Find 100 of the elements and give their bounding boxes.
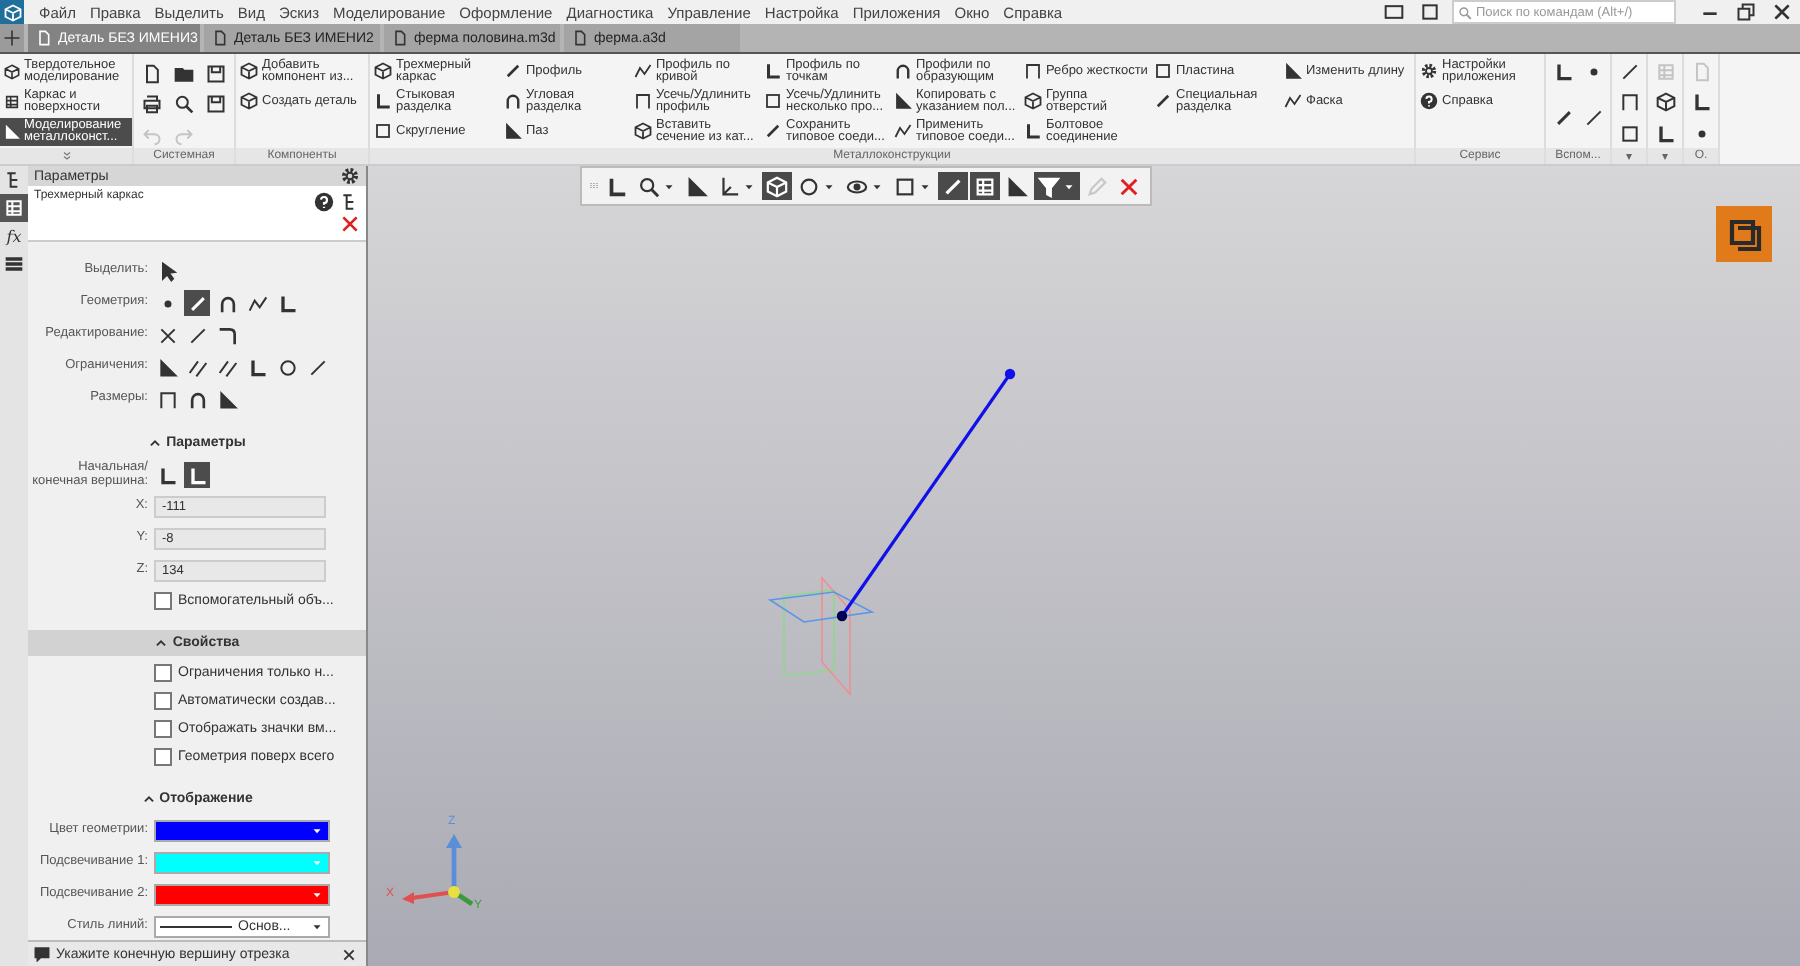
corner-icon xyxy=(217,325,237,345)
printer-button[interactable] xyxy=(138,92,164,117)
double-chevron-icon xyxy=(59,150,73,162)
eye-icon xyxy=(846,175,868,197)
slash-icon xyxy=(307,357,327,377)
triangle-icon xyxy=(504,122,522,140)
save-icon xyxy=(205,94,225,115)
search-button[interactable] xyxy=(170,92,196,117)
bracket-icon xyxy=(634,92,652,110)
cube-button[interactable] xyxy=(762,172,792,200)
line-segment[interactable] xyxy=(836,368,1016,622)
cube-icon xyxy=(1655,92,1675,113)
side-tab[interactable]: fx xyxy=(0,222,28,250)
checkbox[interactable] xyxy=(154,692,172,710)
help-button[interactable] xyxy=(312,190,334,212)
gear-icon xyxy=(1420,62,1438,80)
caret-icon xyxy=(310,920,324,934)
restore-button[interactable] xyxy=(1732,1,1760,23)
close-icon xyxy=(1772,2,1792,22)
line-button[interactable] xyxy=(938,172,968,200)
settings-button[interactable] xyxy=(338,166,360,187)
pencil-icon xyxy=(1086,175,1108,197)
parallel-icon xyxy=(217,357,237,377)
document-icon xyxy=(392,30,408,46)
corner-tool[interactable] xyxy=(214,322,240,348)
color-dropdown[interactable] xyxy=(154,852,330,874)
line-tool[interactable] xyxy=(184,290,210,316)
square-icon xyxy=(1619,123,1639,144)
document-icon xyxy=(212,30,228,46)
triangle-tool[interactable] xyxy=(214,386,240,412)
bracket-tool[interactable] xyxy=(154,386,180,412)
circle-tool[interactable] xyxy=(274,354,300,380)
line-icon xyxy=(504,62,522,80)
square-icon xyxy=(1420,2,1440,22)
cube-icon xyxy=(1024,92,1042,110)
cube-icon xyxy=(634,122,652,140)
slash-icon xyxy=(187,325,207,345)
layout-button[interactable] xyxy=(1380,1,1408,23)
cancel-button[interactable] xyxy=(338,212,360,234)
help-icon xyxy=(1420,92,1438,110)
line-icon xyxy=(764,122,782,140)
checkbox[interactable] xyxy=(154,592,172,610)
angle-icon xyxy=(1024,122,1042,140)
vertex-button[interactable] xyxy=(184,462,210,488)
angle-icon xyxy=(374,92,392,110)
triangle-icon xyxy=(686,175,708,197)
checkbox[interactable] xyxy=(154,748,172,766)
square-icon xyxy=(764,92,782,110)
cube-icon xyxy=(4,64,20,80)
cube-button[interactable] xyxy=(1652,90,1678,115)
screen-button[interactable] xyxy=(1416,1,1444,23)
side-tab[interactable] xyxy=(0,194,28,222)
coordinate-planes-drawing xyxy=(767,575,875,697)
filter-icon xyxy=(1038,175,1060,197)
bracket-button[interactable] xyxy=(1616,90,1642,115)
triangle-tool[interactable] xyxy=(154,354,180,380)
chevron-up-icon xyxy=(148,436,163,450)
menu-icon xyxy=(4,254,24,274)
caret-icon xyxy=(1062,179,1076,193)
checkbox[interactable] xyxy=(154,720,172,738)
triangle-icon xyxy=(894,92,912,110)
chevron-up-icon xyxy=(141,792,156,806)
bracket-icon xyxy=(1024,62,1042,80)
document-icon xyxy=(1691,62,1711,82)
caret-icon xyxy=(742,179,756,193)
folder-button[interactable] xyxy=(170,62,196,86)
zigzag-icon xyxy=(1284,92,1302,110)
circle-icon xyxy=(277,357,297,377)
restore-icon xyxy=(1736,2,1756,22)
angle-icon xyxy=(606,175,628,197)
cube-icon xyxy=(766,175,788,197)
save-button[interactable] xyxy=(202,62,228,86)
square-icon xyxy=(374,122,392,140)
triangle-icon xyxy=(1006,175,1028,197)
caret-icon xyxy=(918,179,932,193)
angle-icon xyxy=(277,293,297,313)
cross-icon xyxy=(157,325,177,345)
zigzag-icon xyxy=(634,62,652,80)
arc-icon xyxy=(894,62,912,80)
angle-icon xyxy=(1655,123,1675,144)
cross-icon xyxy=(0,26,24,50)
save-button[interactable] xyxy=(202,92,228,117)
triangle-icon xyxy=(1284,62,1302,80)
app-badge[interactable] xyxy=(1716,206,1772,262)
filter-button[interactable] xyxy=(1034,172,1080,200)
checkbox[interactable] xyxy=(154,664,172,682)
square-button[interactable] xyxy=(1616,121,1642,146)
slash-icon xyxy=(1619,62,1639,82)
caret-icon xyxy=(870,179,884,193)
color-dropdown[interactable] xyxy=(154,884,330,906)
document-icon xyxy=(141,64,161,84)
arc-icon xyxy=(217,293,237,313)
chevron-up-icon xyxy=(154,636,169,650)
color-dropdown[interactable] xyxy=(154,820,330,842)
zigzag-icon xyxy=(894,122,912,140)
new-tab-button[interactable] xyxy=(0,24,24,52)
bracket-icon xyxy=(1619,92,1639,113)
grid-button[interactable] xyxy=(970,172,1000,200)
axis-triad-drawing xyxy=(402,834,474,906)
cube-icon xyxy=(240,92,258,110)
